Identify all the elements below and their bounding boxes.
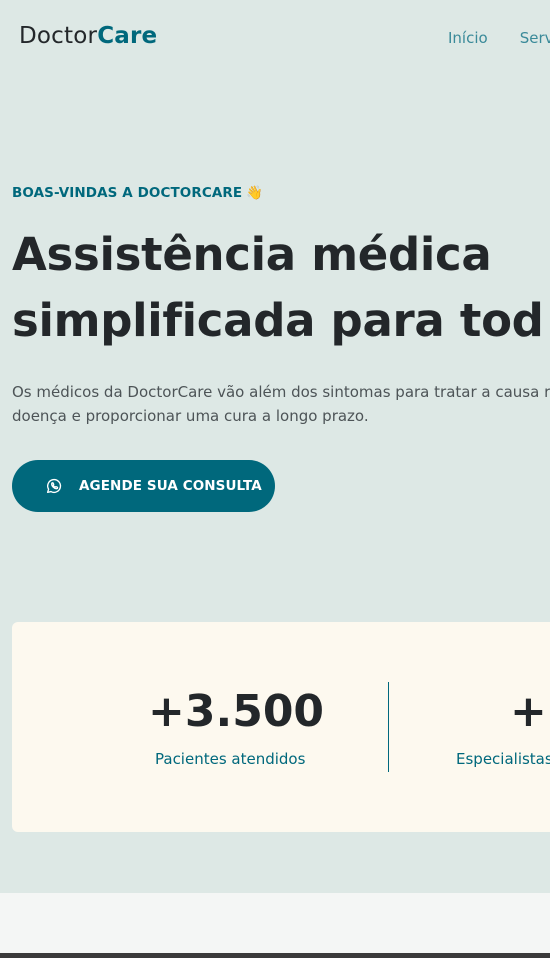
waving-hand-icon: 👋 bbox=[246, 185, 264, 201]
stat-specialists-value: +1 bbox=[510, 686, 550, 737]
logo[interactable]: DoctorCare bbox=[19, 22, 157, 50]
headline-line-2: simplificada para tod bbox=[12, 294, 544, 347]
stats-divider bbox=[388, 682, 389, 772]
description-line-2: doença e proporcionar uma cura a longo p… bbox=[12, 407, 369, 425]
bottom-bar bbox=[0, 953, 550, 958]
page-title: Assistência médica simplificada para tod bbox=[12, 222, 544, 354]
stat-patients-label: Pacientes atendidos bbox=[155, 750, 306, 768]
main-nav: Início Serv bbox=[448, 28, 550, 48]
headline-line-1: Assistência médica bbox=[12, 228, 492, 281]
schedule-appointment-button[interactable]: AGENDE SUA CONSULTA bbox=[12, 460, 275, 512]
hero-section: DoctorCare Início Serv BOAS-VINDAS A DOCT… bbox=[0, 0, 550, 893]
stats-card: +3.500 Pacientes atendidos +1 Especialis… bbox=[12, 622, 550, 832]
logo-care: Care bbox=[97, 23, 158, 49]
schedule-appointment-label: AGENDE SUA CONSULTA bbox=[79, 478, 262, 494]
hero-description: Os médicos da DoctorCare vão além dos si… bbox=[12, 380, 550, 428]
welcome-text: BOAS-VINDAS A DOCTORCARE bbox=[12, 185, 243, 201]
stat-patients-value: +3.500 bbox=[148, 686, 325, 737]
description-line-1: Os médicos da DoctorCare vão além dos si… bbox=[12, 383, 550, 401]
whatsapp-icon bbox=[45, 477, 63, 495]
nav-link-servicos[interactable]: Serv bbox=[520, 29, 550, 47]
logo-doctor: Doctor bbox=[19, 23, 98, 49]
stat-specialists-label: Especialistas bbox=[456, 750, 550, 768]
nav-link-inicio[interactable]: Início bbox=[448, 29, 488, 47]
welcome-eyebrow: BOAS-VINDAS A DOCTORCARE 👋 bbox=[12, 184, 263, 202]
